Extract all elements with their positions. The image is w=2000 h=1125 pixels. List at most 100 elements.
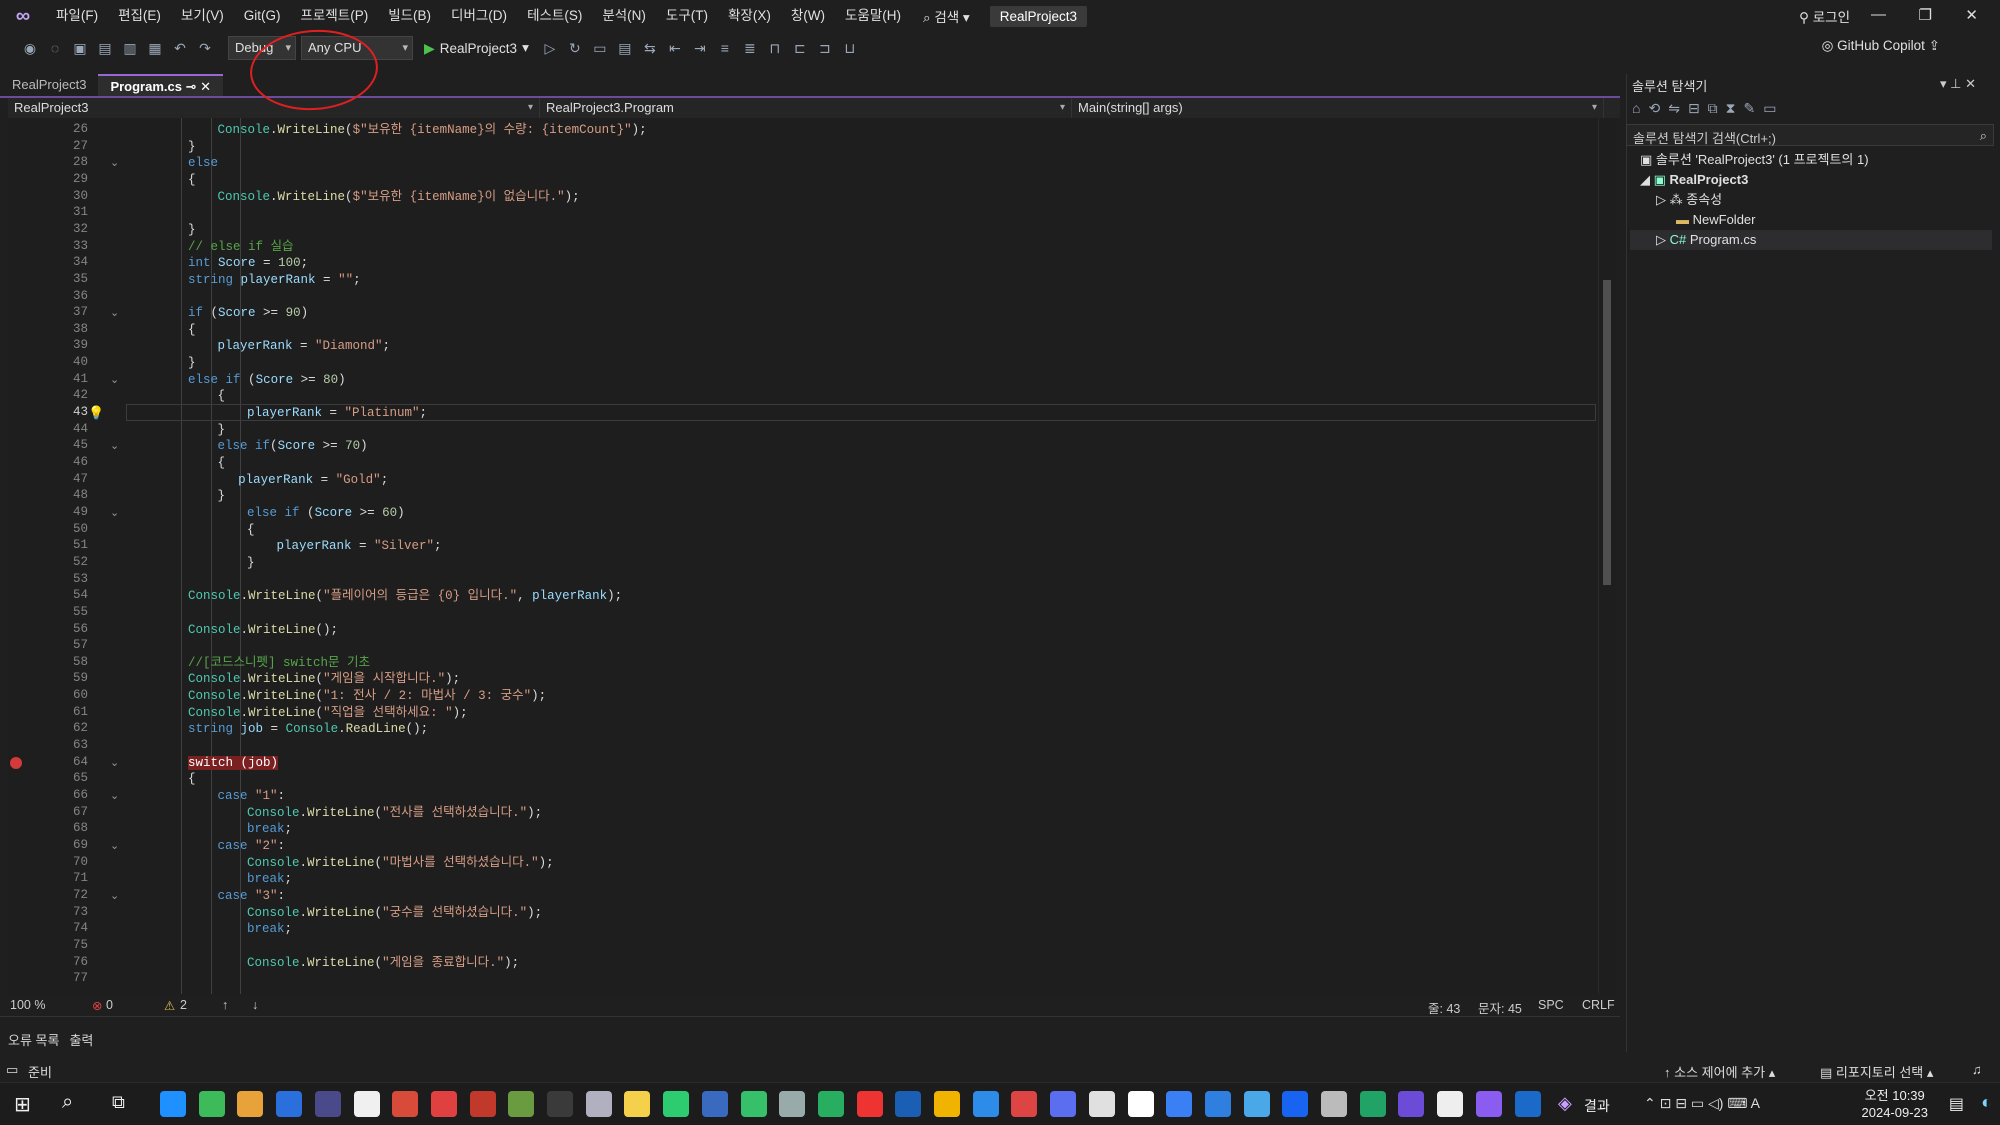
collapse-all-icon[interactable]: ⊟	[1688, 100, 1700, 117]
tree-item-dependencies[interactable]: ▷ ⁂ 종속성	[1656, 190, 1722, 210]
menu-item[interactable]: 프로젝트(P)	[291, 0, 379, 32]
taskbar-app-icon[interactable]	[160, 1091, 186, 1117]
search-button[interactable]: ⌕ 검색 ▾	[911, 6, 982, 26]
widget-icon[interactable]: ◐	[1981, 1092, 1992, 1113]
taskbar-app-icon[interactable]	[1437, 1091, 1464, 1117]
outdent-icon[interactable]: ⇥	[690, 40, 710, 57]
save-icon[interactable]: ▥	[120, 40, 140, 57]
zoom-select[interactable]: 100 %	[10, 998, 45, 1012]
code-line[interactable]: Console.WriteLine("게임을 시작합니다.");	[188, 671, 460, 687]
tab-close-icon[interactable]: ⊸ ✕	[182, 79, 211, 94]
open-folder-icon[interactable]: ▤	[95, 40, 115, 57]
taskbar-app-icon[interactable]	[663, 1091, 690, 1117]
code-line[interactable]: Console.WriteLine("직업을 선택하세요: ");	[188, 705, 468, 721]
code-line[interactable]: {	[247, 522, 255, 538]
menu-item[interactable]: Git(G)	[234, 0, 291, 32]
lightbulb-icon[interactable]: 💡	[88, 405, 104, 421]
taskbar-app-icon[interactable]	[469, 1091, 496, 1117]
preview-icon[interactable]: ▭	[1763, 100, 1776, 117]
taskbar-app-icon[interactable]	[198, 1091, 225, 1117]
tab-error-list[interactable]: 오류 목록	[8, 1030, 59, 1049]
code-line[interactable]: {	[188, 771, 196, 787]
prev-bookmark-icon[interactable]: ⊏	[790, 40, 810, 57]
code-line[interactable]: playerRank = "Platinum";	[247, 405, 427, 421]
code-line[interactable]: break;	[247, 821, 292, 837]
code-line[interactable]: Console.WriteLine("궁수를 선택하셨습니다.");	[247, 905, 542, 921]
code-line[interactable]: Console.WriteLine("플레이어의 등급은 {0} 입니다.", …	[188, 588, 622, 604]
taskbar-app-icon[interactable]	[856, 1091, 883, 1117]
taskbar-clock[interactable]: 오전 10:39 2024-09-23	[1862, 1087, 1929, 1121]
source-control-button[interactable]: ↑ 소스 제어에 추가 ▴	[1664, 1062, 1775, 1081]
fold-chevron-icon[interactable]: ⌄	[110, 839, 119, 852]
code-line[interactable]: else	[188, 155, 218, 171]
menu-item[interactable]: 편집(E)	[108, 0, 171, 32]
tree-item-program[interactable]: ▷ C# Program.cs	[1630, 230, 1992, 250]
taskbar-app-icon[interactable]	[1088, 1091, 1115, 1117]
taskbar-app-icon[interactable]	[1204, 1091, 1231, 1117]
home-icon[interactable]: ⌂	[1632, 100, 1640, 117]
code-line[interactable]: }	[188, 222, 196, 238]
taskbar-app-icon[interactable]	[237, 1091, 264, 1117]
code-line[interactable]: if (Score >= 90)	[188, 305, 308, 321]
line-ending[interactable]: CRLF	[1582, 998, 1615, 1012]
taskbar-app-icon[interactable]	[1050, 1091, 1077, 1117]
switch-views-icon[interactable]: ⇋	[1668, 100, 1680, 117]
close-window-icon[interactable]: ✕	[1965, 6, 1978, 24]
error-count[interactable]: 0	[106, 998, 113, 1012]
taskbar-app-icon[interactable]	[1475, 1091, 1502, 1117]
code-line[interactable]: {	[218, 455, 226, 471]
next-bookmark-icon[interactable]: ⊐	[815, 40, 835, 57]
code-line[interactable]: }	[188, 355, 196, 371]
login-button[interactable]: ⚲ 로그인	[1799, 6, 1850, 26]
code-editor[interactable]: 26 27 28 ⌄ 29 30 31 32 33 34 35 36 37 ⌄ 38 39 40 41 ⌄ 42 43 💡…	[8, 118, 1604, 994]
show-all-files-icon[interactable]: ⧉	[1708, 100, 1718, 117]
code-line[interactable]: playerRank = "Silver";	[277, 538, 442, 554]
taskbar-app-icon[interactable]	[392, 1091, 419, 1117]
minimize-icon[interactable]: —	[1871, 6, 1886, 23]
new-project-icon[interactable]: ▣	[70, 40, 90, 57]
code-line[interactable]: {	[188, 172, 196, 188]
nav-class-select[interactable]: RealProject3.Program	[540, 98, 1072, 118]
taskbar-app-icon[interactable]	[1514, 1091, 1541, 1117]
code-line[interactable]: case "1":	[218, 788, 286, 804]
code-line[interactable]: }	[218, 488, 226, 504]
taskbar-app-icon[interactable]	[1282, 1091, 1309, 1117]
tray-icons[interactable]: ⌃ ⊡ ⊟ ▭ ◁) ⌨ A	[1644, 1095, 1760, 1112]
taskbar-result-label[interactable]: 결과	[1584, 1096, 1610, 1116]
comment-icon[interactable]: ≡	[715, 40, 735, 56]
indent-icon[interactable]: ⇤	[665, 40, 685, 57]
code-line[interactable]: }	[188, 139, 196, 155]
taskbar-app-icon[interactable]	[934, 1091, 960, 1117]
uncomment-icon[interactable]: ≣	[740, 40, 760, 57]
breakpoint-icon[interactable]	[10, 756, 22, 769]
taskbar-app-icon[interactable]	[1243, 1091, 1270, 1117]
code-line[interactable]: Console.WriteLine("전사를 선택하셨습니다.");	[247, 805, 542, 821]
code-line[interactable]: Console.WriteLine("게임을 종료합니다.");	[247, 955, 519, 971]
undo-icon[interactable]: ↶	[170, 40, 190, 57]
taskbar-app-icon[interactable]	[1321, 1091, 1347, 1117]
menu-item[interactable]: 창(W)	[781, 0, 835, 32]
taskbar-app-icon[interactable]	[817, 1091, 844, 1117]
visual-studio-logo-icon[interactable]: ∞	[0, 0, 46, 32]
code-line[interactable]: switch (job)	[188, 755, 279, 771]
task-view-icon[interactable]: ⧉	[112, 1092, 125, 1113]
run-button[interactable]: ▶ RealProject3 ▾	[418, 40, 535, 57]
taskbar-app-icon[interactable]	[972, 1091, 999, 1117]
tab-output[interactable]: 출력	[69, 1030, 93, 1049]
code-line[interactable]: }	[247, 555, 255, 571]
taskbar-app-icon[interactable]	[624, 1091, 651, 1117]
tab-program[interactable]: Program.cs ⊸ ✕	[98, 74, 223, 96]
menu-item[interactable]: 확장(X)	[718, 0, 781, 32]
redo-icon[interactable]: ↷	[195, 40, 215, 57]
forward-icon[interactable]: ◌	[45, 40, 65, 56]
fold-chevron-icon[interactable]: ⌄	[110, 506, 119, 519]
clear-bookmarks-icon[interactable]: ⊔	[840, 40, 860, 57]
back-icon[interactable]: ◉	[20, 40, 40, 57]
github-copilot-button[interactable]: ◎ GitHub Copilot ⇪	[1822, 38, 1940, 54]
step-icon[interactable]: ⇆	[640, 40, 660, 57]
sync-icon[interactable]: ⟲	[1648, 100, 1660, 117]
taskbar-app-icon[interactable]	[701, 1091, 728, 1117]
taskbar-app-icon[interactable]	[353, 1091, 380, 1117]
fold-chevron-icon[interactable]: ⌄	[110, 373, 119, 386]
taskbar-search-icon[interactable]: ⌕	[62, 1091, 73, 1114]
